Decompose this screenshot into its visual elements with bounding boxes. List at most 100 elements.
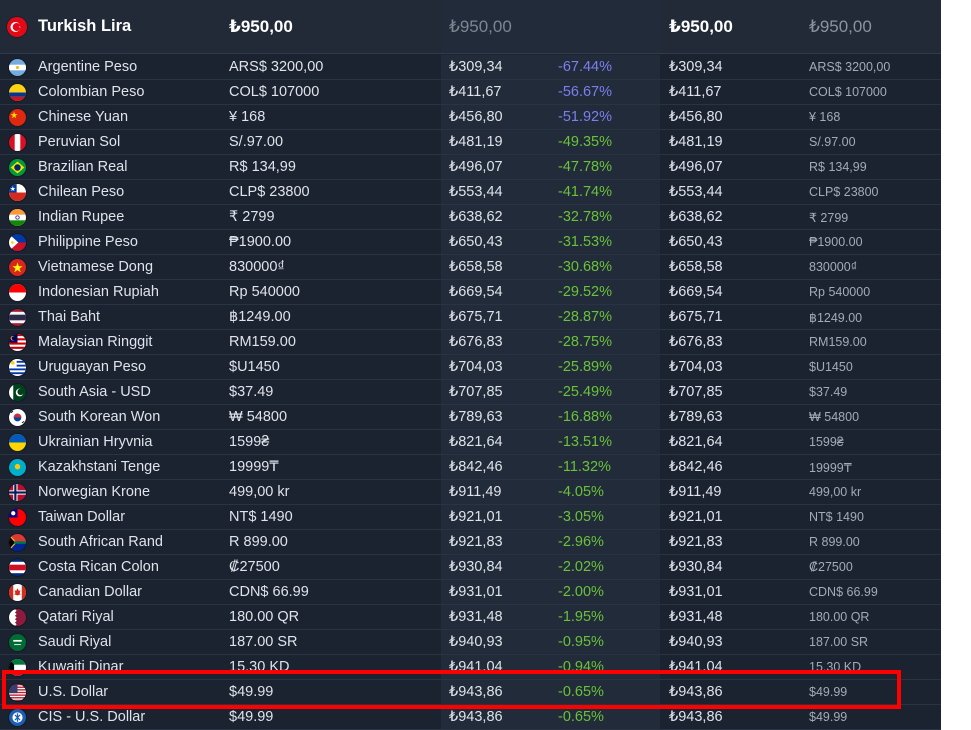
currency-name: Canadian Dollar (38, 584, 142, 600)
currency-name: U.S. Dollar (38, 684, 109, 700)
price-difference: -29.52% (558, 284, 613, 300)
header-converted-price-2: ₺950,00 (669, 16, 733, 36)
price-difference: -2.00% (558, 584, 604, 600)
original-price-2: ₩ 54800 (809, 410, 860, 424)
price-difference: -28.75% (558, 334, 613, 350)
flag-ar-icon (8, 58, 26, 76)
converted-price: ₺941,04 (449, 659, 503, 675)
table-row: Vietnamese Dong 830000₫ ₺658,58 -30.68% … (0, 255, 941, 280)
original-price: ₹ 2799 (229, 209, 275, 225)
original-price: R$ 134,99 (229, 159, 296, 175)
original-price-2: CLP$ 23800 (809, 185, 879, 199)
currency-name: Thai Baht (38, 309, 101, 325)
converted-price-2: ₺676,83 (669, 334, 723, 350)
table-row: Peruvian Sol S/.97.00 ₺481,19 -49.35% ₺4… (0, 130, 941, 155)
converted-price-2: ₺309,34 (669, 59, 723, 75)
original-price-2: 15.30 KD (809, 660, 862, 674)
converted-price-2: ₺704,03 (669, 359, 723, 375)
header-original-price: ₺950,00 (229, 16, 293, 36)
converted-price-2: ₺411,67 (669, 84, 722, 100)
flag-vn-icon (8, 258, 26, 276)
currency-name: Colombian Peso (38, 84, 145, 100)
currency-name: Kazakhstani Tenge (38, 459, 161, 475)
original-price: 830000₫ (229, 259, 285, 275)
price-difference: -13.51% (558, 434, 613, 450)
flag-cr-icon (8, 558, 26, 576)
currency-name: Chinese Yuan (38, 109, 129, 125)
original-price-2: 830000₫ (809, 260, 858, 274)
table-row: Indonesian Rupiah Rp 540000 ₺669,54 -29.… (0, 280, 941, 305)
table-row: Malaysian Ringgit RM159.00 ₺676,83 -28.7… (0, 330, 941, 355)
original-price: 1599₴ (229, 434, 270, 450)
price-difference: -67.44% (558, 59, 613, 75)
original-price-2: ARS$ 3200,00 (809, 60, 891, 74)
converted-price: ₺658,58 (449, 259, 503, 275)
flag-th-icon (8, 308, 26, 326)
original-price: $U1450 (229, 359, 280, 375)
original-price-2: ₱1900.00 (809, 235, 863, 249)
table-row: South Asia - USD $37.49 ₺707,85 -25.49% … (0, 380, 941, 405)
converted-price: ₺638,62 (449, 209, 503, 225)
converted-price: ₺411,67 (449, 84, 502, 100)
flag-uy-icon (8, 358, 26, 376)
original-price-2: 180.00 QR (809, 610, 870, 624)
price-difference: -0.65% (558, 709, 604, 725)
converted-price: ₺943,86 (449, 684, 503, 700)
original-price-2: R$ 134,99 (809, 160, 867, 174)
table-row: Chilean Peso CLP$ 23800 ₺553,44 -41.74% … (0, 180, 941, 205)
converted-price: ₺675,71 (449, 309, 503, 325)
converted-price-2: ₺921,01 (669, 509, 723, 525)
currency-name: Norwegian Krone (38, 484, 151, 500)
price-difference: -4.05% (558, 484, 604, 500)
price-difference: -11.32% (558, 459, 611, 475)
original-price: ¥ 168 (229, 109, 266, 125)
original-price: 15.30 KD (229, 659, 290, 675)
table-row: Ukrainian Hryvnia 1599₴ ₺821,64 -13.51% … (0, 430, 941, 455)
original-price: S/.97.00 (229, 134, 284, 150)
original-price: 187.00 SR (229, 634, 298, 650)
table-row: Brazilian Real R$ 134,99 ₺496,07 -47.78%… (0, 155, 941, 180)
table-row: Kazakhstani Tenge 19999₸ ₺842,46 -11.32%… (0, 455, 941, 480)
table-row: Chinese Yuan ¥ 168 ₺456,80 -51.92% ₺456,… (0, 105, 941, 130)
price-difference: -0.95% (558, 634, 604, 650)
converted-price-2: ₺658,58 (669, 259, 723, 275)
original-price: ARS$ 3200,00 (229, 59, 324, 75)
converted-price: ₺921,01 (449, 509, 503, 525)
price-difference: -2.02% (558, 559, 604, 575)
flag-kz-icon (8, 458, 26, 476)
price-difference: -3.05% (558, 509, 604, 525)
converted-price-2: ₺675,71 (669, 309, 723, 325)
flag-tw-icon (8, 508, 26, 526)
header-currency-name: Turkish Lira (38, 17, 132, 35)
header-converted-price: ₺950,00 (449, 16, 512, 36)
converted-price: ₺650,43 (449, 234, 503, 250)
table-row: Philippine Peso ₱1900.00 ₺650,43 -31.53%… (0, 230, 941, 255)
original-price-2: ฿1249.00 (809, 310, 863, 325)
price-difference: -2.96% (558, 534, 604, 550)
converted-price-2: ₺911,49 (669, 484, 722, 500)
table-row: Qatari Riyal 180.00 QR ₺931,48 -1.95% ₺9… (0, 605, 941, 630)
original-price-2: $49.99 (809, 685, 848, 699)
original-price-2: RM159.00 (809, 335, 867, 349)
price-difference: -28.87% (558, 309, 613, 325)
original-price-2: ¥ 168 (809, 110, 841, 124)
table-row: Colombian Peso COL$ 107000 ₺411,67 -56.6… (0, 80, 941, 105)
currency-name: Saudi Riyal (38, 634, 112, 650)
original-price-2: S/.97.00 (809, 135, 856, 149)
price-difference: -47.78% (558, 159, 613, 175)
price-difference: -41.74% (558, 184, 613, 200)
currency-name: Kuwaiti Dinar (38, 659, 124, 675)
price-difference: -25.49% (558, 384, 613, 400)
currency-name: Peruvian Sol (38, 134, 121, 150)
flag-kr-icon (8, 408, 26, 426)
table-row: Uruguayan Peso $U1450 ₺704,03 -25.89% ₺7… (0, 355, 941, 380)
flag-pe-icon (8, 133, 26, 151)
original-price-2: $49.99 (809, 710, 848, 724)
converted-price: ₺789,63 (449, 409, 503, 425)
converted-price-2: ₺481,19 (669, 134, 723, 150)
converted-price-2: ₺941,04 (669, 659, 723, 675)
original-price: ฿1249.00 (229, 309, 291, 325)
currency-name: South Asia - USD (38, 384, 151, 400)
original-price-2: 1599₴ (809, 435, 844, 449)
currency-name: Ukrainian Hryvnia (38, 434, 153, 450)
